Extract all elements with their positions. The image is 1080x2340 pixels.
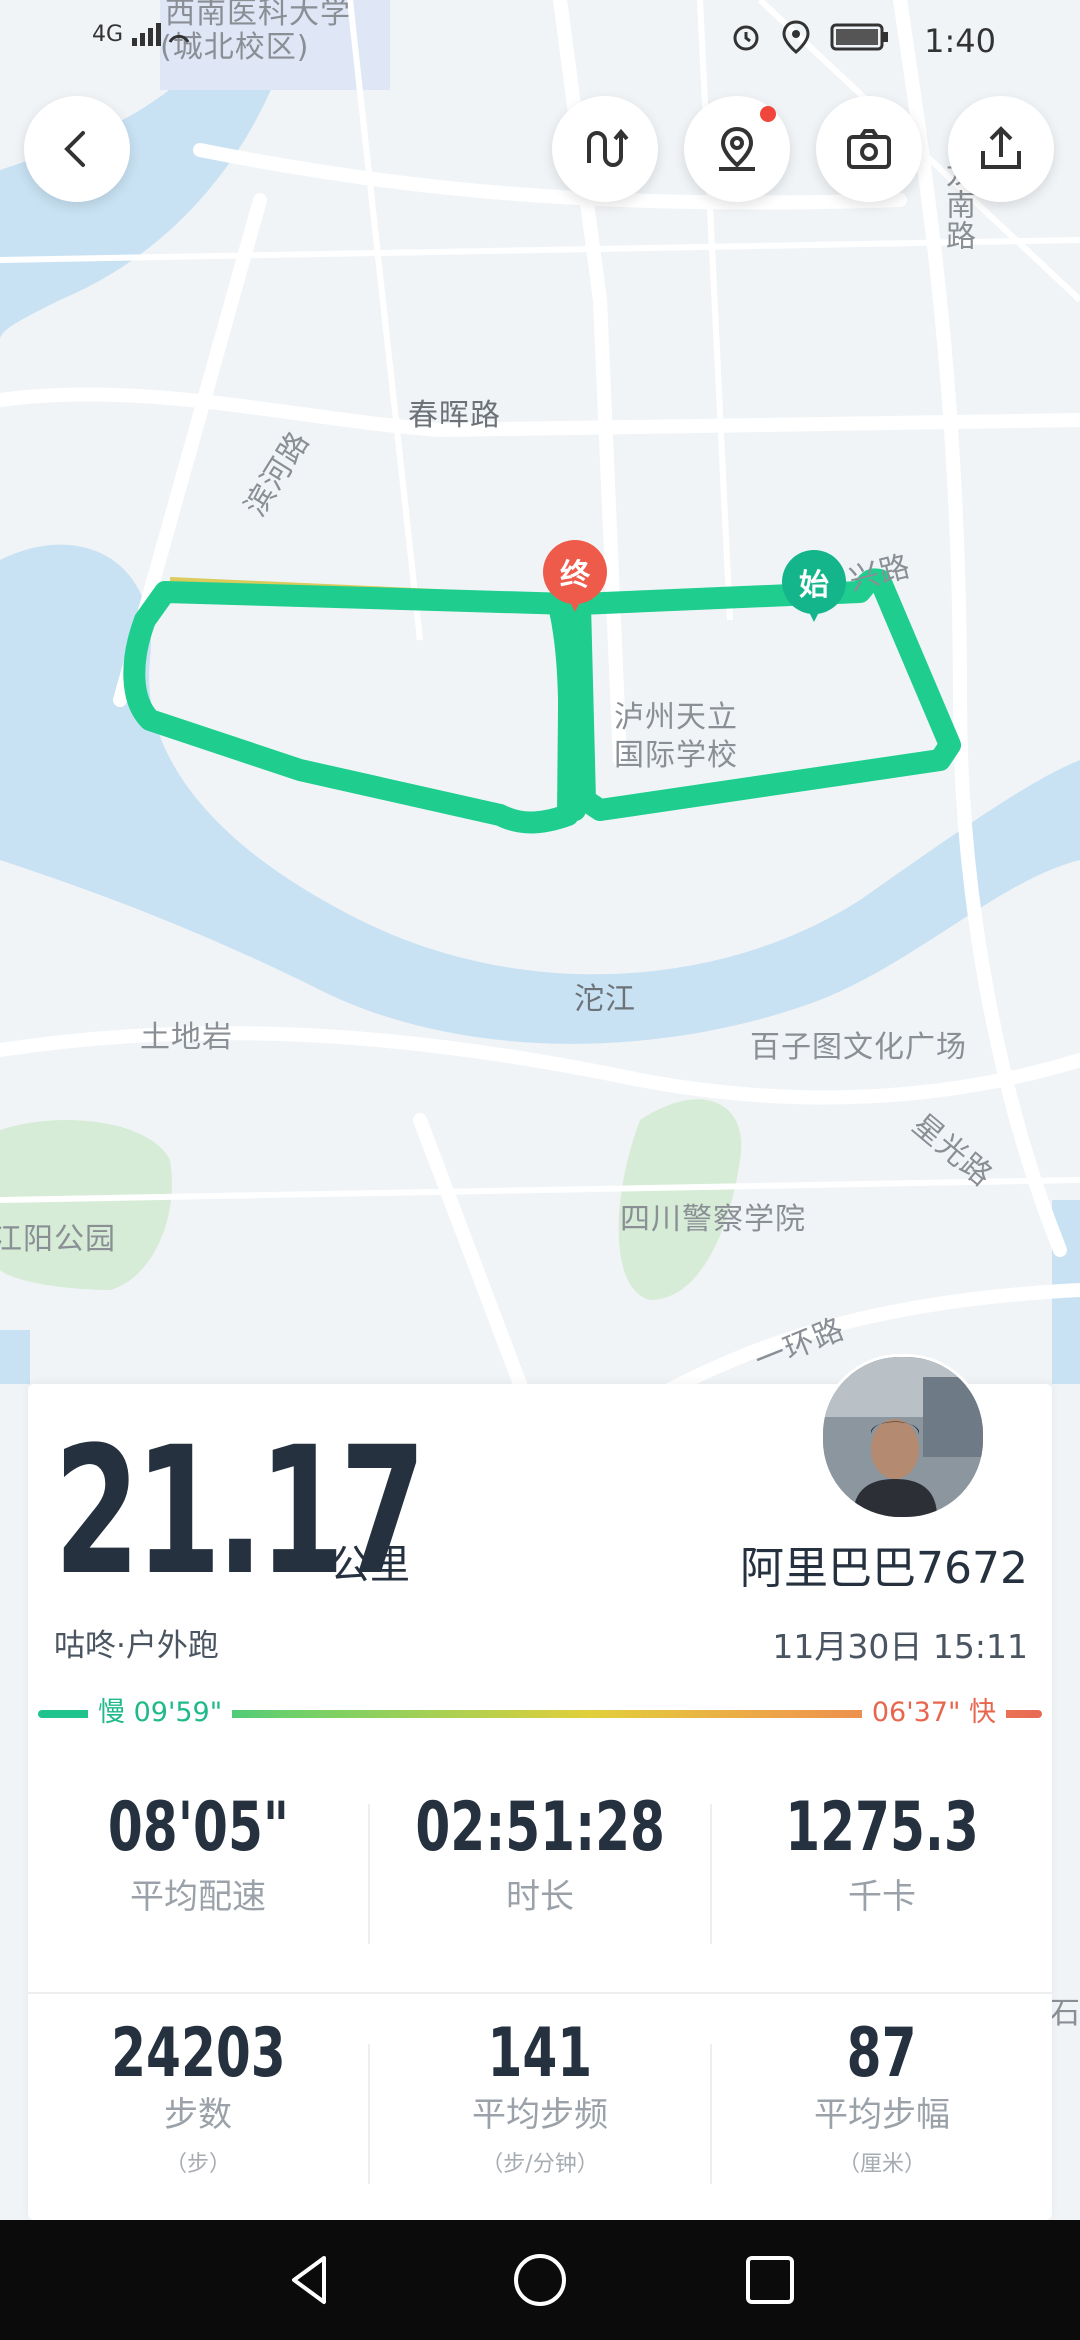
stat-duration: 02:51:28 时长 [370,1788,710,1918]
stat-avg-pace: 08'05" 平均配速 [28,1788,368,1918]
stat-unit: （步/分钟） [481,2152,599,2177]
divider [28,1992,1052,1994]
start-marker: 始 [782,550,846,628]
stat-label: 时长 [506,1877,574,1917]
map-label: 四川警察学院 [620,1202,806,1237]
map-label: 沱江 [574,982,636,1017]
stat-stride: 87 平均步幅 （厘米） [712,2014,1052,2178]
map-label: 春晖路 [408,398,501,433]
status-bar: 4G 1:40 [0,0,1080,80]
stat-unit: （步） [164,2152,231,2177]
status-icons [730,20,890,54]
stat-value: 1275.3 [785,1788,979,1867]
route-switch-button[interactable] [552,96,658,202]
stat-steps: 24203 步数 （步） [28,2014,368,2178]
nav-recents-icon[interactable] [740,2250,800,2310]
map-label: 土地岩 [140,1020,233,1055]
activity-datetime: 11月30日 15:11 [772,1627,1028,1666]
alarm-icon [733,25,759,51]
stat-value: 87 [847,2014,917,2093]
stat-label: 平均步幅 [814,2095,950,2135]
stat-cadence: 141 平均步频 （步/分钟） [370,2014,710,2178]
stat-label: 平均配速 [130,1877,266,1917]
nav-home-icon[interactable] [510,2250,570,2310]
share-button[interactable] [948,96,1054,202]
clock: 1:40 [924,22,996,60]
back-button[interactable] [24,96,130,202]
pace-gradient-bar: 慢 09'59" 06'37" 快 [38,1690,1042,1729]
stat-label: 千卡 [848,1877,916,1917]
map-label: 石蓝 [1050,1996,1080,2031]
map-label: 百子图文化广场 [750,1030,967,1065]
stat-value: 141 [487,2014,593,2093]
distance-unit: 公里 [330,1542,410,1588]
pace-fast-label: 06'37" 快 [861,1690,1006,1729]
signal-bars-icon [132,23,190,46]
stat-label: 步数 [164,2095,232,2135]
share-icon [981,126,1021,169]
stat-value: 02:51:28 [415,1788,665,1867]
camera-button[interactable] [816,96,922,202]
route-switch-icon [587,128,629,167]
signal-indicator: 4G [92,22,190,48]
pace-slow-label: 慢 09'59" [88,1690,233,1729]
stat-unit: （厘米） [837,2152,926,2177]
activity-type: 咕咚·户外跑 [54,1628,219,1664]
avatar[interactable] [820,1354,986,1520]
network-type: 4G [92,22,124,47]
location-button[interactable] [684,96,790,202]
camera-icon [847,129,891,169]
location-pin-icon [719,126,755,171]
map-label: 江阳公园 [0,1222,116,1257]
battery-icon [830,23,888,51]
system-nav-bar [0,2220,1080,2340]
stat-value: 08'05" [107,1788,289,1867]
stat-calories: 1275.3 千卡 [712,1788,1052,1918]
notification-dot [760,106,776,122]
username: 阿里巴巴7672 [740,1543,1028,1594]
run-summary-card: 21.17 公里 阿里巴巴7672 咕咚·户外跑 11月30日 15:11 慢 … [28,1354,1052,2220]
location-icon [782,20,810,54]
stat-value: 24203 [110,2014,286,2093]
avatar-image [823,1357,983,1517]
end-marker: 终 [543,540,607,618]
nav-back-icon[interactable] [280,2250,340,2310]
stat-label: 平均步频 [472,2095,608,2135]
chevron-left-icon [64,131,85,167]
map-label: 国际学校 [614,738,738,773]
